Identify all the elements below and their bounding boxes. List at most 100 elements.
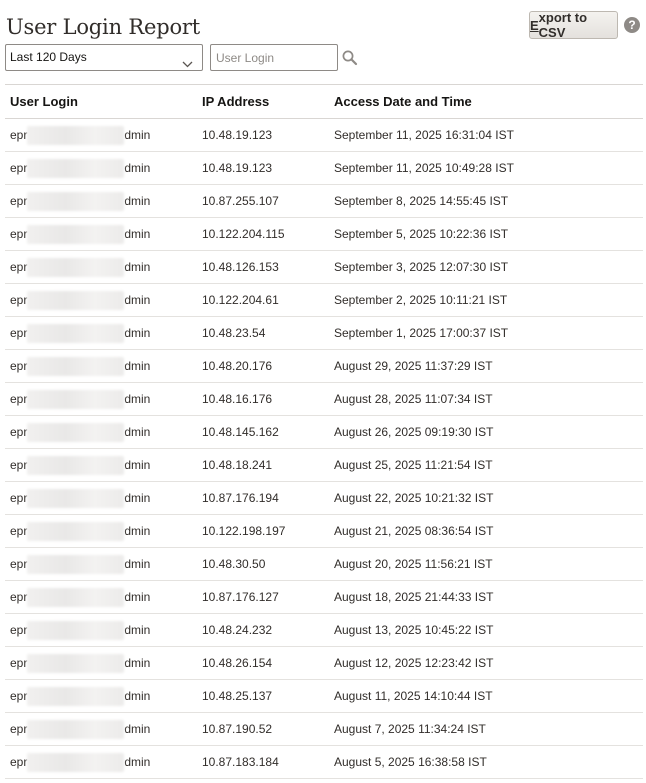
ip-address-cell: 10.48.126.153 — [202, 250, 334, 284]
user-login-prefix: epr — [10, 656, 28, 670]
table-row: epr dmin 10.48.19.123 September 11, 2025 10… — [5, 151, 643, 185]
redacted-login-segment — [27, 521, 125, 541]
user-login-value: epr dmin — [10, 224, 202, 244]
table-row: epr dmin 10.48.20.176 August 29, 2025 11:37… — [5, 349, 643, 383]
table-row: epr dmin 10.48.30.50 August 20, 2025 11:56:… — [5, 547, 643, 581]
user-login-suffix: dmin — [124, 458, 151, 472]
user-login-suffix: dmin — [124, 359, 151, 373]
user-login-prefix: epr — [10, 359, 28, 373]
user-login-value: epr dmin — [10, 455, 202, 475]
ip-address-cell: 10.48.18.241 — [202, 448, 334, 482]
user-login-prefix: epr — [10, 557, 28, 571]
redacted-login-segment — [27, 620, 125, 640]
redacted-login-segment — [27, 125, 125, 145]
redacted-login-segment — [27, 653, 125, 673]
user-login-suffix: dmin — [124, 623, 151, 637]
redacted-login-segment — [27, 488, 125, 508]
table-row: epr dmin 10.87.255.107 September 8, 2025 14… — [5, 184, 643, 218]
help-icon[interactable]: ? — [624, 17, 640, 33]
user-login-cell: epr dmin — [5, 514, 202, 548]
access-date-time-cell: August 18, 2025 21:44:33 IST — [334, 580, 643, 614]
user-login-value: epr dmin — [10, 422, 202, 442]
search-icon[interactable] — [341, 49, 359, 67]
column-header-user-login[interactable]: User Login — [5, 85, 202, 119]
user-login-prefix: epr — [10, 623, 28, 637]
table-row: epr dmin 10.48.18.241 August 25, 2025 11:21… — [5, 448, 643, 482]
user-login-search-input[interactable] — [210, 44, 338, 71]
user-login-suffix: dmin — [124, 161, 151, 175]
user-login-cell: epr dmin — [5, 184, 202, 218]
user-login-prefix: epr — [10, 326, 28, 340]
access-date-time-cell: August 11, 2025 14:10:44 IST — [334, 679, 643, 713]
user-login-cell: epr dmin — [5, 415, 202, 449]
redacted-login-segment — [27, 323, 125, 343]
user-login-value: epr dmin — [10, 587, 202, 607]
user-login-cell: epr dmin — [5, 316, 202, 350]
user-login-suffix: dmin — [124, 524, 151, 538]
user-login-suffix: dmin — [124, 227, 151, 241]
user-login-cell: epr dmin — [5, 151, 202, 185]
user-login-suffix: dmin — [124, 590, 151, 604]
user-login-cell: epr dmin — [5, 448, 202, 482]
column-header-ip-address[interactable]: IP Address — [202, 85, 334, 119]
user-login-prefix: epr — [10, 722, 28, 736]
user-login-value: epr dmin — [10, 488, 202, 508]
user-login-value: epr dmin — [10, 653, 202, 673]
user-login-cell: epr dmin — [5, 217, 202, 251]
user-login-value: epr dmin — [10, 719, 202, 739]
user-login-suffix: dmin — [124, 656, 151, 670]
user-login-cell: epr dmin — [5, 250, 202, 284]
table-row: epr dmin 10.48.19.123 September 11, 2025 16… — [5, 118, 643, 152]
access-date-time-cell: August 20, 2025 11:56:21 IST — [334, 547, 643, 581]
access-date-time-cell: August 7, 2025 11:34:24 IST — [334, 712, 643, 746]
access-date-time-cell: September 11, 2025 10:49:28 IST — [334, 151, 643, 185]
user-login-cell: epr dmin — [5, 646, 202, 680]
redacted-login-segment — [27, 719, 125, 739]
user-login-prefix: epr — [10, 491, 28, 505]
user-login-value: epr dmin — [10, 158, 202, 178]
redacted-login-segment — [27, 191, 125, 211]
ip-address-cell: 10.122.198.197 — [202, 514, 334, 548]
access-date-time-cell: September 11, 2025 16:31:04 IST — [334, 118, 643, 152]
user-login-value: epr dmin — [10, 389, 202, 409]
page-title: User Login Report — [6, 15, 200, 39]
user-login-prefix: epr — [10, 293, 28, 307]
ip-address-cell: 10.48.19.123 — [202, 151, 334, 185]
redacted-login-segment — [27, 389, 125, 409]
user-login-prefix: epr — [10, 458, 28, 472]
redacted-login-segment — [27, 158, 125, 178]
redacted-login-segment — [27, 455, 125, 475]
user-login-cell: epr dmin — [5, 547, 202, 581]
user-login-value: epr dmin — [10, 521, 202, 541]
access-date-time-cell: September 2, 2025 10:11:21 IST — [334, 283, 643, 317]
user-login-prefix: epr — [10, 689, 28, 703]
date-range-select[interactable]: Last 120 Days — [5, 44, 203, 71]
user-login-prefix: epr — [10, 227, 28, 241]
ip-address-cell: 10.48.26.154 — [202, 646, 334, 680]
ip-address-cell: 10.87.176.127 — [202, 580, 334, 614]
user-login-cell: epr dmin — [5, 613, 202, 647]
table-row: epr dmin 10.48.24.232 August 13, 2025 10:45… — [5, 613, 643, 647]
user-login-suffix: dmin — [124, 722, 151, 736]
access-date-time-cell: September 3, 2025 12:07:30 IST — [334, 250, 643, 284]
redacted-login-segment — [27, 290, 125, 310]
ip-address-cell: 10.48.19.123 — [202, 118, 334, 152]
ip-address-cell: 10.48.16.176 — [202, 382, 334, 416]
ip-address-cell: 10.48.25.137 — [202, 679, 334, 713]
access-date-time-cell: August 22, 2025 10:21:32 IST — [334, 481, 643, 515]
user-login-cell: epr dmin — [5, 481, 202, 515]
table-header-row: User Login IP Address Access Date and Ti… — [5, 85, 643, 119]
export-to-csv-button[interactable]: Export to CSV — [529, 10, 618, 40]
user-login-value: epr dmin — [10, 554, 202, 574]
user-login-suffix: dmin — [124, 557, 151, 571]
user-login-value: epr dmin — [10, 323, 202, 343]
table-row: epr dmin 10.48.25.137 August 11, 2025 14:10… — [5, 679, 643, 713]
ip-address-cell: 10.87.176.194 — [202, 481, 334, 515]
table-row: epr dmin 10.122.198.197 August 21, 2025 08:… — [5, 514, 643, 548]
access-date-time-cell: August 21, 2025 08:36:54 IST — [334, 514, 643, 548]
redacted-login-segment — [27, 356, 125, 376]
user-login-prefix: epr — [10, 161, 28, 175]
user-login-suffix: dmin — [124, 425, 151, 439]
ip-address-cell: 10.48.23.54 — [202, 316, 334, 350]
column-header-access-date-time[interactable]: Access Date and Time — [334, 85, 643, 119]
